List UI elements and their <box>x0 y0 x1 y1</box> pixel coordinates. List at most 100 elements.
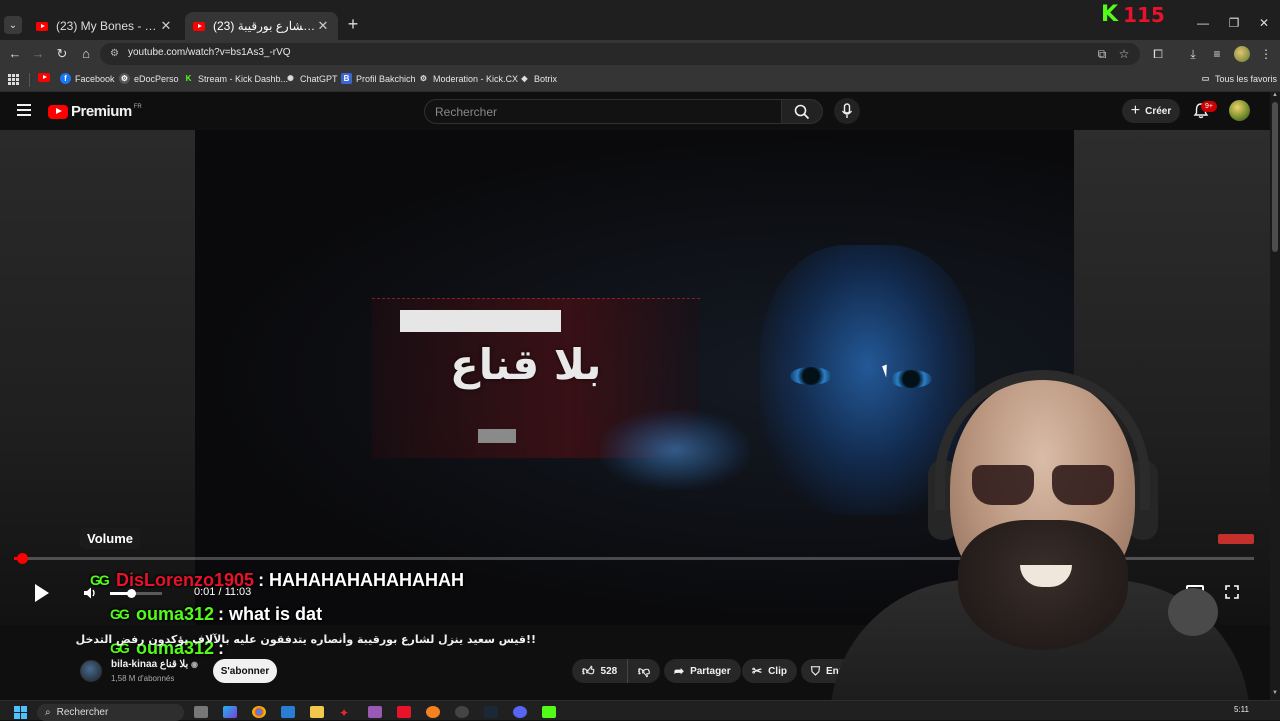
close-tab-icon[interactable]: ✕ <box>316 18 330 34</box>
extensions-icon[interactable]: ⧠ <box>1150 46 1166 62</box>
forward-button[interactable]: → <box>30 46 46 62</box>
bookmark-facebook[interactable]: f Facebook <box>60 73 115 84</box>
dislike-button[interactable]: 👎︎ <box>628 659 660 683</box>
browser-tab-active-video[interactable]: (23) قيس سعيد ينزل لشارع بورقيبة ✕ <box>185 12 338 40</box>
obs-icon[interactable] <box>455 706 469 718</box>
windows-start-icon[interactable] <box>14 706 27 719</box>
bookmark-botrix[interactable]: ◆ Botrix <box>519 73 557 84</box>
scroll-up-arrow-icon[interactable]: ▲ <box>1270 92 1280 98</box>
chat-username: DisLorenzo1905 <box>116 570 255 590</box>
like-dislike-group: 👍︎ 528 👎︎ <box>572 659 660 683</box>
page-scrollbar[interactable]: ▲ ▼ <box>1270 92 1280 700</box>
verified-icon: ◉ <box>191 660 199 669</box>
youtube-favicon-icon <box>193 21 205 31</box>
bookmarks-separator <box>29 73 30 87</box>
bookmark-bakchich[interactable]: B Profil Bakchich <box>341 73 416 84</box>
home-button[interactable]: ⌂ <box>78 46 94 62</box>
title-card-small-bar <box>478 429 516 443</box>
youtube-icon <box>38 73 50 82</box>
folder-icon: ▭ <box>1201 74 1210 83</box>
address-url: youtube.com/watch?v=bs1As3_-rVQ <box>128 47 291 58</box>
subscribe-button[interactable]: S'abonner <box>213 659 277 683</box>
volume-slider[interactable] <box>110 589 162 598</box>
edocperso-icon: ⚙ <box>119 73 130 84</box>
search-input[interactable] <box>425 100 781 123</box>
like-count: 528 <box>600 665 618 677</box>
media-controls-icon[interactable]: ≡ <box>1209 46 1225 62</box>
logo-text: Premium <box>71 103 132 120</box>
tab-search-dropdown-icon[interactable]: ⌄ <box>4 16 22 34</box>
youtube-premium-logo[interactable]: Premium FR <box>48 103 142 120</box>
app-icon[interactable] <box>426 706 440 718</box>
downloads-icon[interactable]: ⤓ <box>1185 46 1201 62</box>
taskbar-search[interactable]: ⌕ Rechercher <box>37 704 184 721</box>
windows-taskbar: ⌕ Rechercher ✦ 5:11 <box>0 700 1280 721</box>
scrollbar-thumb[interactable] <box>1272 102 1278 252</box>
steam-icon[interactable] <box>484 706 498 718</box>
site-info-icon[interactable]: ⚙ <box>110 48 122 60</box>
apps-grid-icon[interactable] <box>8 74 19 85</box>
play-icon[interactable] <box>30 582 52 604</box>
thumbs-up-icon: 👍︎ <box>582 663 595 678</box>
scroll-down-arrow-icon[interactable]: ▼ <box>1270 690 1280 696</box>
browser-tab-my-bones[interactable]: (23) My Bones - YouTube ✕ <box>28 12 181 40</box>
close-window-button[interactable]: ✕ <box>1254 16 1274 30</box>
app-icon[interactable] <box>368 706 382 718</box>
browser-menu-icon[interactable]: ⋮ <box>1258 46 1274 62</box>
copilot-icon[interactable] <box>223 706 237 718</box>
botrix-icon: ◆ <box>521 74 528 83</box>
address-bar[interactable]: ⚙ youtube.com/watch?v=bs1As3_-rVQ ⧉ ☆ <box>100 43 1140 65</box>
red-app-icon[interactable]: ✦ <box>339 706 353 720</box>
taskbar-clock: 5:11 <box>1234 705 1249 714</box>
like-button[interactable]: 👍︎ 528 <box>572 659 628 683</box>
file-explorer-icon[interactable] <box>310 706 324 718</box>
create-button[interactable]: + Créer <box>1122 99 1180 123</box>
progress-scrubber[interactable] <box>17 553 28 564</box>
profile-avatar[interactable] <box>1234 46 1250 62</box>
channel-avatar[interactable] <box>80 660 102 682</box>
back-button[interactable]: ← <box>7 46 23 62</box>
close-tab-icon[interactable]: ✕ <box>159 18 173 34</box>
bookmark-edocperso[interactable]: ⚙ eDocPerso <box>119 73 179 84</box>
notification-count-badge: 9+ <box>1201 101 1217 112</box>
youtube-logo-icon <box>48 104 68 119</box>
clip-button[interactable]: ✂ Clip <box>742 659 797 683</box>
bakchich-icon: B <box>341 73 352 84</box>
thumbs-down-icon: 👎︎ <box>637 663 651 678</box>
minimize-window-button[interactable]: — <box>1193 16 1213 30</box>
voice-search-button[interactable] <box>834 98 860 124</box>
chat-message: GG DisLorenzo1905 : HAHAHAHAHAHAHAH <box>90 570 464 591</box>
plus-icon: + <box>1130 102 1141 119</box>
microphone-icon <box>841 103 853 118</box>
bookmark-label: Facebook <box>75 73 115 84</box>
chat-text: : what is dat <box>218 604 323 624</box>
discord-icon[interactable] <box>513 706 527 718</box>
install-app-icon[interactable]: ⧉ <box>1095 47 1109 61</box>
channel-name[interactable]: bila-kinaa بلا قناع ◉ <box>111 659 198 670</box>
bookmark-star-icon[interactable]: ☆ <box>1117 47 1131 61</box>
bookmark-chatgpt[interactable]: ✺ ChatGPT <box>285 73 337 84</box>
bookmark-label: Botrix <box>534 73 558 84</box>
new-tab-button[interactable]: + <box>345 14 361 35</box>
chrome-icon[interactable] <box>252 706 266 718</box>
bookmark-youtube[interactable] <box>38 73 50 82</box>
bookmark-kick-dashboard[interactable]: K Stream - Kick Dashb... <box>183 73 288 84</box>
restore-window-button[interactable]: ❐ <box>1224 16 1244 30</box>
task-view-icon[interactable] <box>194 706 208 718</box>
kick-app-icon[interactable] <box>542 706 556 718</box>
share-icon: ➦ <box>674 664 685 678</box>
all-bookmarks-folder[interactable]: ▭ Tous les favoris <box>1200 73 1277 84</box>
bookmarks-bar: f Facebook ⚙ eDocPerso K Stream - Kick D… <box>0 68 1280 92</box>
facebook-icon: f <box>60 73 71 84</box>
left-eye-shape <box>790 367 832 385</box>
reload-button[interactable]: ↻ <box>54 46 70 62</box>
search-button[interactable] <box>781 99 823 124</box>
store-icon[interactable] <box>281 706 295 718</box>
bookmark-moderation[interactable]: ⚙ Moderation - Kick.CX <box>418 73 518 84</box>
youtube-app-icon[interactable] <box>397 706 411 718</box>
taskbar-search-icon: ⌕ <box>45 707 51 718</box>
guide-menu-icon[interactable] <box>17 104 31 116</box>
volume-tooltip: Volume <box>80 528 140 549</box>
account-avatar[interactable] <box>1229 100 1250 121</box>
share-button[interactable]: ➦ Partager <box>664 659 741 683</box>
